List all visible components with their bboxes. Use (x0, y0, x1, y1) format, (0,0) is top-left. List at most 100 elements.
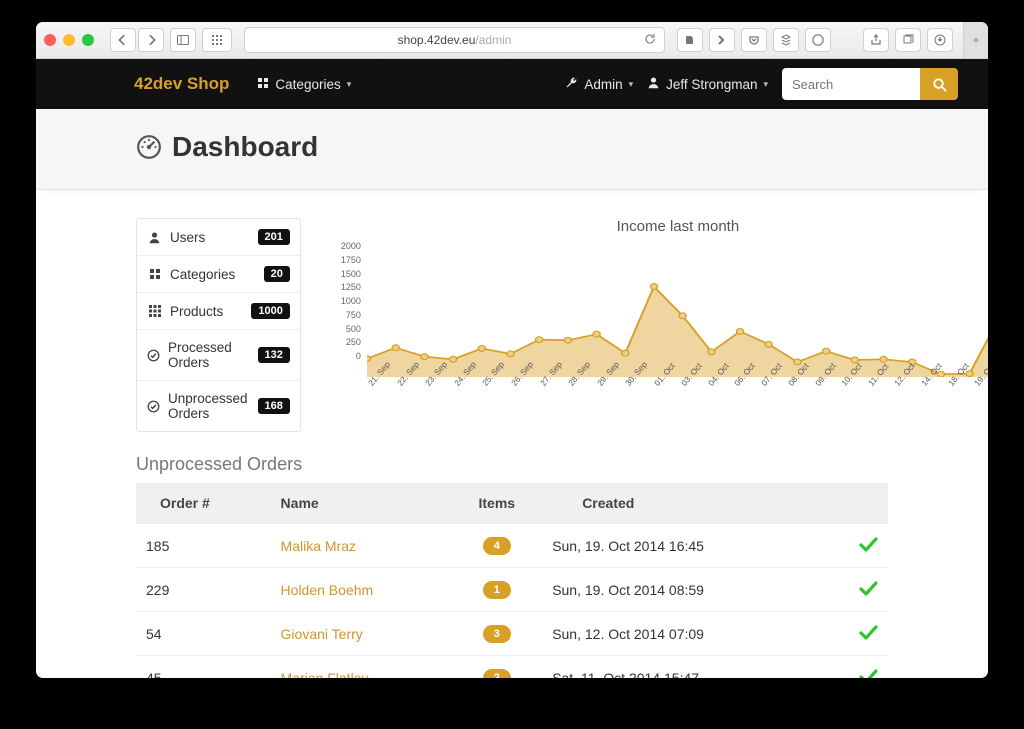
maximize-window-icon[interactable] (82, 34, 94, 46)
col-items[interactable]: Items (451, 483, 542, 524)
order-customer-link[interactable]: Marian Flatley (281, 670, 369, 679)
cell-created: Sun, 19. Oct 2014 16:45 (542, 524, 818, 568)
items-badge: 3 (483, 625, 511, 643)
approve-button[interactable] (858, 629, 878, 645)
sidebar-item-count: 168 (258, 398, 290, 414)
address-bar[interactable]: shop.42dev.eu/admin (244, 27, 665, 53)
minimize-window-icon[interactable] (63, 34, 75, 46)
cell-created: Sun, 19. Oct 2014 08:59 (542, 568, 818, 612)
url-path: /admin (475, 33, 511, 47)
grid4-icon (257, 77, 269, 92)
grid4-icon (147, 268, 162, 280)
col-order[interactable]: Order # (136, 483, 271, 524)
col-action (818, 483, 888, 524)
unprocessed-orders-section: Unprocessed Orders Order # Name Items Cr… (136, 454, 888, 678)
search-icon (932, 77, 947, 92)
sidebar-item-processed-orders[interactable]: Processed Orders 132 (137, 330, 300, 381)
col-created[interactable]: Created (542, 483, 818, 524)
sidebar-item-label: Processed Orders (168, 340, 250, 370)
sidebar-item-label: Users (170, 230, 205, 245)
sidebar-item-label: Categories (170, 267, 235, 282)
table-row: 45 Marian Flatley 2 Sat, 11. Oct 2014 15:47 (136, 656, 888, 679)
order-customer-link[interactable]: Malika Mraz (281, 538, 356, 554)
cell-order-number: 185 (136, 524, 271, 568)
nav-back-button[interactable] (110, 28, 136, 52)
sidebar-item-count: 1000 (251, 303, 289, 319)
close-window-icon[interactable] (44, 34, 56, 46)
reload-icon[interactable] (644, 33, 656, 48)
sidebar-item-products[interactable]: Products 1000 (137, 293, 300, 330)
sidebar-item-count: 132 (258, 347, 290, 363)
nav-admin[interactable]: Admin ▾ (565, 76, 633, 92)
check-circle-icon (147, 349, 160, 362)
items-badge: 4 (483, 537, 511, 555)
stats-sidebar: Users 201 Categories 20 Products 1000 Processe… (136, 218, 301, 432)
search-button[interactable] (920, 68, 958, 100)
income-chart-panel: Income last month 2000175015001250100075… (329, 218, 988, 432)
check-circle-icon (147, 400, 160, 413)
nav-user-name: Jeff Strongman (666, 77, 757, 92)
cell-order-number: 54 (136, 612, 271, 656)
sidebar-toggle-button[interactable] (170, 28, 196, 52)
ext-pocket-icon[interactable] (741, 28, 767, 52)
sidebar-item-label: Unprocessed Orders (168, 391, 250, 421)
page-header: Dashboard (36, 109, 988, 190)
new-tab-button[interactable]: + (963, 22, 988, 58)
site-navbar: 42dev Shop Categories ▾ Admin ▾ Jeff Str… (36, 59, 988, 109)
sidebar-item-label: Products (170, 304, 223, 319)
downloads-button[interactable] (927, 28, 953, 52)
page-body: Dashboard Users 201 Categories 20 Products 10… (36, 109, 988, 678)
user-icon (647, 76, 660, 92)
top-sites-button[interactable] (202, 28, 232, 52)
ext-adblock-icon[interactable] (805, 28, 831, 52)
ext-buffer-icon[interactable] (773, 28, 799, 52)
chart-plot: 200017501500125010007505002500 (367, 241, 988, 377)
sidebar-item-count: 201 (258, 229, 290, 245)
table-row: 229 Holden Boehm 1 Sun, 19. Oct 2014 08:59 (136, 568, 888, 612)
url-domain: shop.42dev.eu (398, 33, 476, 47)
browser-chrome: shop.42dev.eu/admin + (36, 22, 988, 59)
items-badge: 2 (483, 669, 511, 678)
nav-forward-button[interactable] (138, 28, 164, 52)
tabs-button[interactable] (895, 28, 921, 52)
sidebar-item-users[interactable]: Users 201 (137, 219, 300, 256)
nav-admin-label: Admin (584, 77, 622, 92)
brand-logo[interactable]: 42dev Shop (134, 74, 229, 94)
user-icon (147, 231, 162, 244)
approve-button[interactable] (858, 541, 878, 557)
content-area: Users 201 Categories 20 Products 1000 Processe… (36, 190, 988, 678)
orders-table: Order # Name Items Created 185 Malika Mra… (136, 483, 888, 678)
nav-categories-label: Categories (275, 77, 340, 92)
search-input[interactable] (782, 68, 920, 100)
window-controls[interactable] (44, 34, 94, 46)
nav-categories[interactable]: Categories ▾ (257, 77, 351, 92)
cell-order-number: 229 (136, 568, 271, 612)
approve-button[interactable] (858, 673, 878, 678)
order-customer-link[interactable]: Holden Boehm (281, 582, 374, 598)
cell-order-number: 45 (136, 656, 271, 679)
order-customer-link[interactable]: Giovani Terry (281, 626, 363, 642)
chart-svg (367, 241, 988, 377)
sidebar-item-categories[interactable]: Categories 20 (137, 256, 300, 293)
sidebar-item-count: 20 (264, 266, 290, 282)
navbar-search (782, 68, 958, 100)
table-row: 185 Malika Mraz 4 Sun, 19. Oct 2014 16:45 (136, 524, 888, 568)
page-title: Dashboard (172, 131, 318, 163)
ext-chevron-icon[interactable] (709, 28, 735, 52)
table-row: 54Giovani Terry3Sun, 12. Oct 2014 07:09 (136, 612, 888, 656)
nav-user[interactable]: Jeff Strongman ▾ (647, 76, 768, 92)
wrench-icon (565, 76, 578, 92)
chart-title: Income last month (329, 218, 988, 235)
cell-created: Sat, 11. Oct 2014 15:47 (542, 656, 818, 679)
browser-window: shop.42dev.eu/admin + 42dev Shop Categor… (36, 22, 988, 678)
grid9-icon (147, 305, 162, 317)
sidebar-item-unprocessed-orders[interactable]: Unprocessed Orders 168 (137, 381, 300, 431)
approve-button[interactable] (858, 585, 878, 601)
dashboard-gauge-icon (136, 134, 162, 160)
chart-x-axis: 21. Sep22. Sep23. Sep24. Sep25. Sep26. S… (367, 377, 988, 387)
chart-y-axis: 200017501500125010007505002500 (329, 241, 361, 361)
ext-evernote-icon[interactable] (677, 28, 703, 52)
share-button[interactable] (863, 28, 889, 52)
col-name[interactable]: Name (271, 483, 452, 524)
items-badge: 1 (483, 581, 511, 599)
